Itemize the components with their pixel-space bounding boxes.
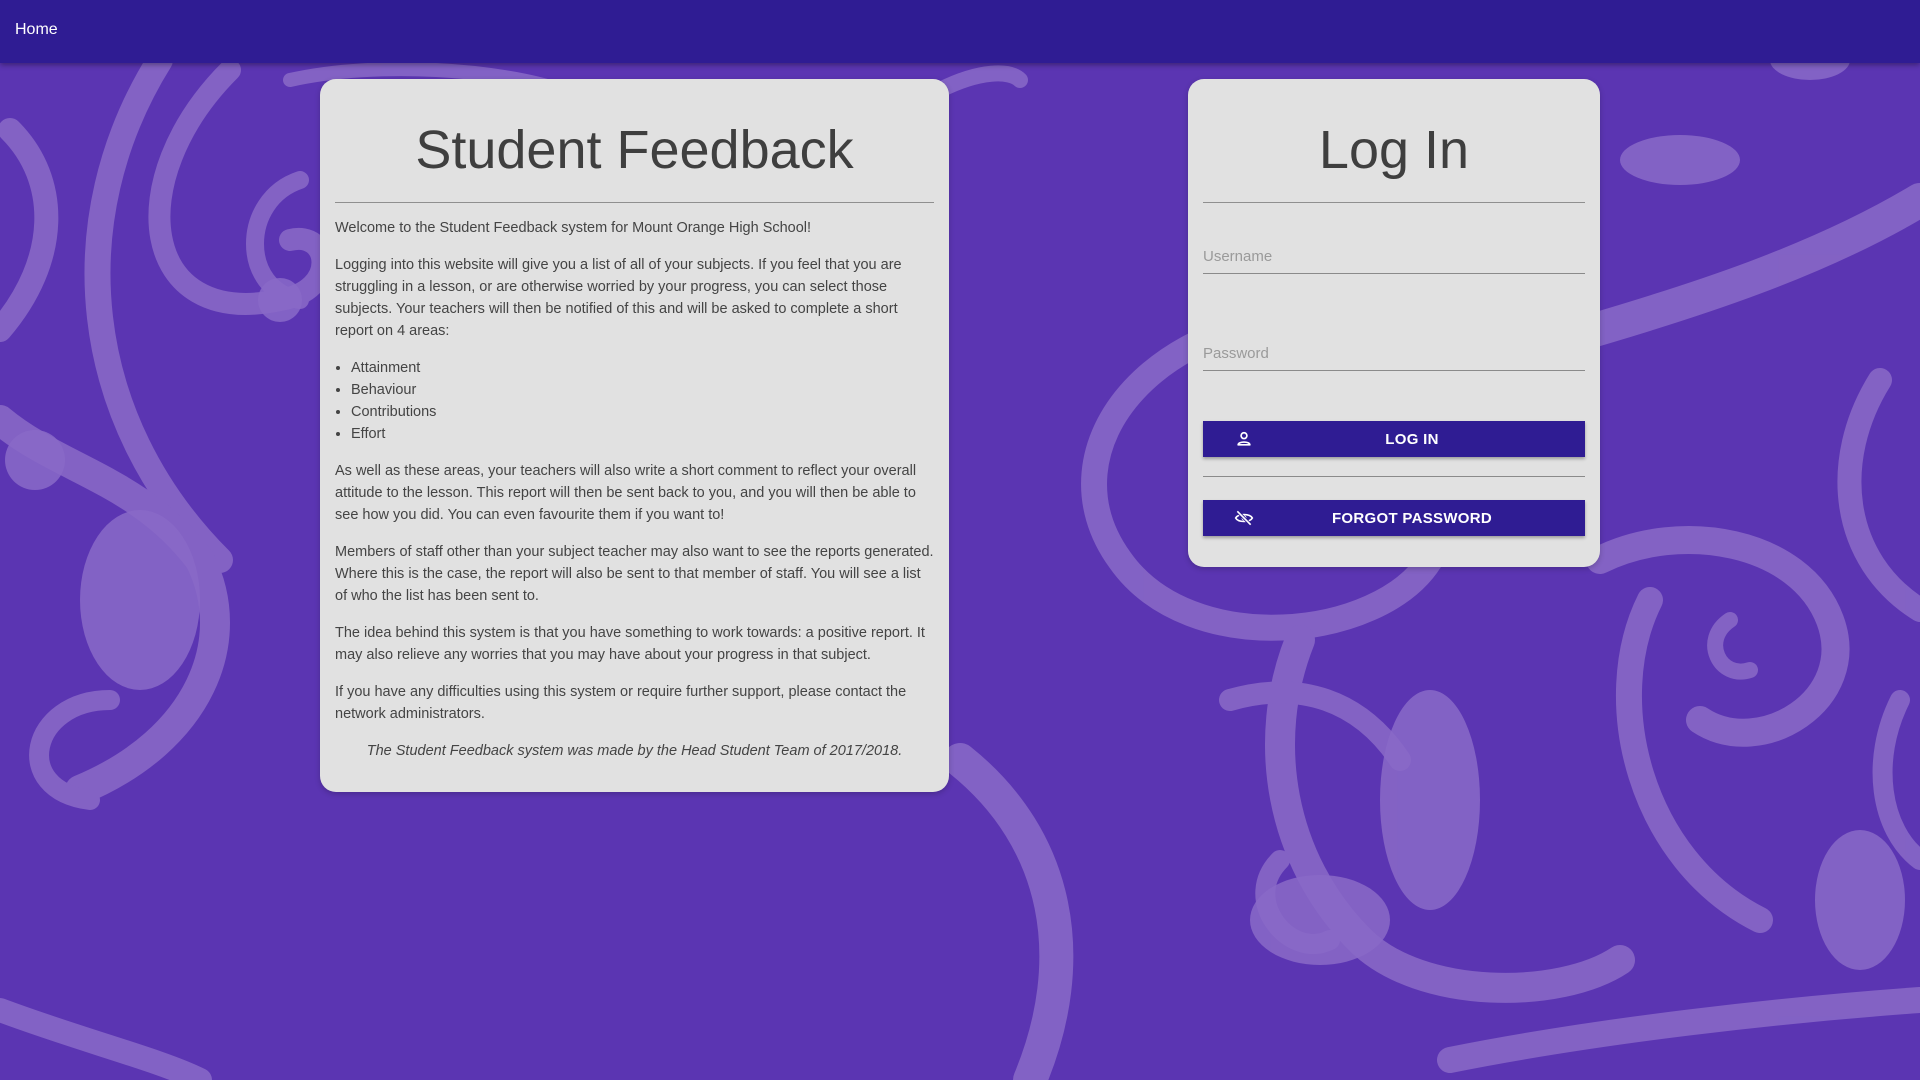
- login-button[interactable]: LOG IN: [1203, 421, 1585, 457]
- info-card-body: Welcome to the Student Feedback system f…: [335, 203, 934, 762]
- nav-home-link[interactable]: Home: [15, 21, 58, 39]
- list-item: Behaviour: [351, 379, 934, 401]
- username-field-container: [1203, 203, 1585, 274]
- list-item: Contributions: [351, 401, 934, 423]
- comment-paragraph: As well as these areas, your teachers wi…: [335, 463, 917, 523]
- welcome-paragraph: Welcome to the Student Feedback system f…: [335, 220, 812, 236]
- password-field[interactable]: [1203, 345, 1585, 362]
- staff-paragraph: Members of staff other than your subject…: [335, 544, 934, 604]
- forgot-password-button-label: FORGOT PASSWORD: [1331, 509, 1493, 527]
- eye-off-icon: [1234, 510, 1254, 526]
- divider: [1203, 476, 1585, 477]
- list-item: Effort: [351, 423, 934, 445]
- login-card: Log In LOG IN FORGOT PASSWORD: [1188, 79, 1600, 567]
- credit-text: The Student Feedback system was made by …: [366, 743, 903, 759]
- list-item: Attainment: [351, 357, 934, 379]
- info-card-title: Student Feedback: [335, 79, 934, 203]
- forgot-password-button[interactable]: FORGOT PASSWORD: [1203, 500, 1585, 536]
- top-navigation-bar: Home: [0, 0, 1920, 63]
- idea-paragraph: The idea behind this system is that you …: [335, 625, 925, 663]
- background-decoration: [0, 40, 1920, 1080]
- login-card-title: Log In: [1203, 79, 1585, 203]
- login-button-label: LOG IN: [1385, 430, 1439, 448]
- password-field-container: [1203, 300, 1585, 371]
- support-paragraph: If you have any difficulties using this …: [335, 684, 907, 722]
- report-areas-list: Attainment Behaviour Contributions Effor…: [335, 357, 934, 445]
- username-field[interactable]: [1203, 248, 1585, 265]
- intro-paragraph: Logging into this website will give you …: [335, 257, 902, 339]
- info-card: Student Feedback Welcome to the Student …: [320, 79, 949, 792]
- person-icon: [1237, 431, 1251, 446]
